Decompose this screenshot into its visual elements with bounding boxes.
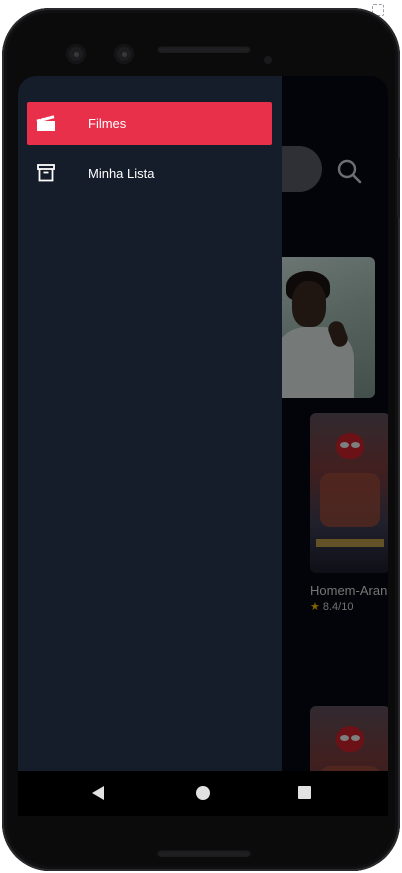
app-screen: Homem-Aran ★ 8.4/10 Filmes Minha Lista: [18, 76, 388, 816]
front-camera-left: [66, 44, 86, 64]
drawer-item-label: Filmes: [88, 116, 127, 131]
back-icon[interactable]: [92, 786, 104, 800]
drawer-item-label: Minha Lista: [88, 166, 155, 181]
earpiece-speaker: [157, 45, 251, 53]
navigation-drawer: Filmes Minha Lista: [18, 76, 282, 771]
clapperboard-icon: [36, 113, 55, 131]
volume-button: [397, 158, 400, 218]
home-icon[interactable]: [196, 786, 210, 800]
front-camera-right: [114, 44, 134, 64]
proximity-sensor: [264, 56, 272, 64]
bottom-speaker: [157, 849, 251, 857]
drawer-item-minha-lista[interactable]: Minha Lista: [27, 152, 272, 195]
recent-apps-icon[interactable]: [298, 786, 311, 799]
drawer-item-filmes[interactable]: Filmes: [27, 102, 272, 145]
phone-frame: Homem-Aran ★ 8.4/10 Filmes Minha Lista: [2, 8, 400, 871]
system-navigation-bar: [18, 771, 388, 816]
archive-box-icon: [37, 164, 55, 182]
